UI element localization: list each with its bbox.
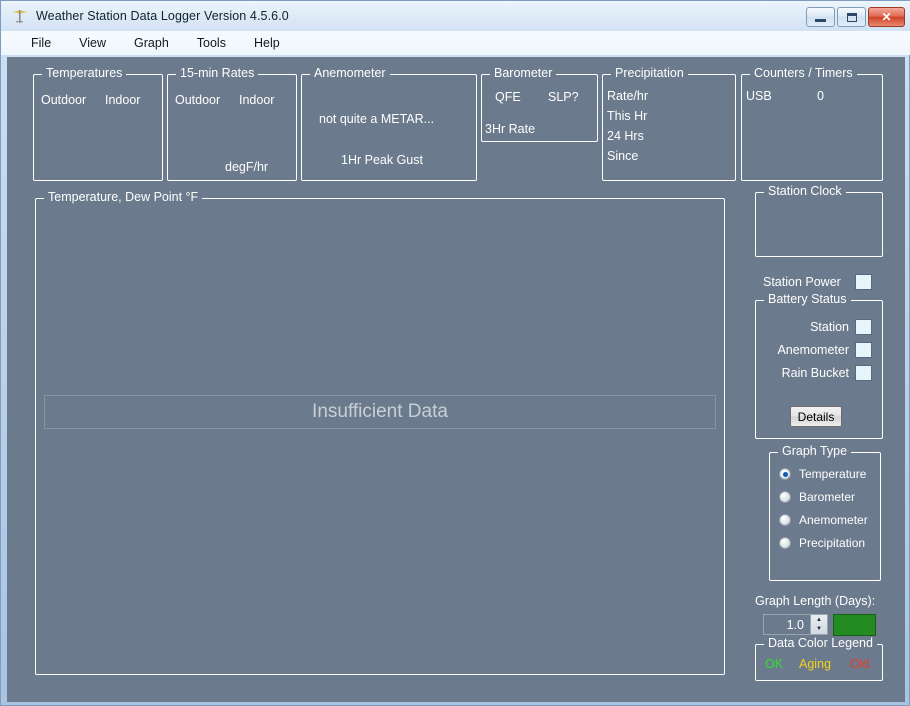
precipitation-title: Precipitation	[611, 66, 688, 80]
anemometer-body: not quite a METAR... 1Hr Peak Gust	[301, 74, 477, 181]
battery-rain-bucket-indicator	[855, 365, 872, 381]
battery-station-label: Station	[810, 320, 849, 334]
title-bar: Weather Station Data Logger Version 4.5.…	[1, 1, 910, 31]
graph-type-option-anemometer[interactable]: Anemometer	[779, 513, 868, 527]
window-title: Weather Station Data Logger Version 4.5.…	[36, 9, 289, 23]
barometer-body: QFE SLP? 3Hr Rate	[481, 74, 598, 142]
counters-usb-value: 0	[817, 89, 824, 103]
precipitation-24hrs-label: 24 Hrs	[607, 129, 644, 143]
barometer-rate-label: 3Hr Rate	[485, 122, 536, 136]
battery-rain-bucket-label: Rain Bucket	[781, 366, 849, 380]
counters-usb-label: USB	[746, 89, 772, 103]
anemometer-group: Anemometer not quite a METAR... 1Hr Peak…	[301, 66, 477, 181]
rates-group: 15-min Rates Outdoor Indoor degF/hr	[167, 66, 297, 181]
graph-type-label-barometer: Barometer	[799, 490, 856, 504]
precipitation-rate-label: Rate/hr	[607, 89, 648, 103]
radio-icon	[779, 514, 791, 526]
menu-item-tools[interactable]: Tools	[183, 34, 240, 52]
battery-anemometer-label: Anemometer	[777, 343, 849, 357]
temperatures-indoor-label: Indoor	[105, 93, 141, 107]
minimize-button[interactable]	[806, 7, 835, 27]
station-power-label: Station Power	[763, 275, 841, 289]
precipitation-body: Rate/hr This Hr 24 Hrs Since	[602, 74, 736, 181]
graph-type-label-anemometer: Anemometer	[799, 513, 868, 527]
battery-station-indicator	[855, 319, 872, 335]
graph-plot-area[interactable]: Insufficient Data	[35, 198, 725, 675]
graph-length-label: Graph Length (Days):	[755, 594, 876, 608]
graph-length-spin-buttons[interactable]: ▲ ▼	[811, 614, 828, 635]
data-color-legend-title: Data Color Legend	[764, 636, 877, 650]
graph-type-label-precipitation: Precipitation	[799, 536, 866, 550]
radio-selected-icon	[779, 468, 791, 480]
rates-body: Outdoor Indoor degF/hr	[167, 74, 297, 181]
radio-icon	[779, 491, 791, 503]
menu-item-view[interactable]: View	[65, 34, 120, 52]
barometer-title: Barometer	[490, 66, 557, 80]
close-button[interactable]: ✕	[868, 7, 905, 27]
graph-length-stepper[interactable]: 1.0 ▲ ▼	[763, 614, 828, 635]
spin-up-icon[interactable]: ▲	[811, 615, 827, 625]
graph-type-body: Temperature Barometer Anemometer Precipi…	[769, 452, 881, 581]
rates-units-label: degF/hr	[225, 160, 269, 174]
battery-details-button[interactable]: Details	[790, 406, 842, 427]
anemometer-gust-label: 1Hr Peak Gust	[341, 153, 423, 167]
temperatures-title: Temperatures	[42, 66, 127, 80]
client-area: Temperatures Outdoor Indoor 15-min Rates…	[7, 57, 905, 702]
menu-item-file[interactable]: File	[17, 34, 65, 52]
barometer-qfe-label: QFE	[495, 90, 521, 104]
graph-length-input[interactable]: 1.0	[763, 614, 811, 635]
graph-type-option-barometer[interactable]: Barometer	[779, 490, 855, 504]
application-window: Weather Station Data Logger Version 4.5.…	[0, 0, 910, 706]
battery-status-body: Station Anemometer Rain Bucket Details	[755, 300, 883, 439]
counters-timers-body: USB 0	[741, 74, 883, 181]
precipitation-thishr-label: This Hr	[607, 109, 648, 123]
radio-icon	[779, 537, 791, 549]
counters-timers-group: Counters / Timers USB 0	[741, 66, 883, 181]
legend-old-label: Old	[850, 657, 870, 671]
window-controls: ✕	[806, 7, 905, 27]
battery-anemometer-indicator	[855, 342, 872, 358]
battery-status-group: Battery Status Station Anemometer Rain B…	[755, 292, 883, 439]
graph-type-group: Graph Type Temperature Barometer Anemome…	[769, 444, 881, 581]
graph-type-option-temperature[interactable]: Temperature	[779, 467, 866, 481]
menu-item-help[interactable]: Help	[240, 34, 294, 52]
data-color-legend-group: Data Color Legend OK Aging Old	[755, 636, 883, 681]
graph-empty-message-box: Insufficient Data	[44, 395, 716, 429]
graph-title: Temperature, Dew Point °F	[44, 190, 203, 204]
graph-empty-message: Insufficient Data	[312, 401, 448, 422]
graph-color-swatch[interactable]	[833, 614, 876, 636]
minimize-icon	[815, 18, 826, 22]
barometer-group: Barometer QFE SLP? 3Hr Rate	[481, 66, 598, 142]
precipitation-since-label: Since	[607, 149, 639, 163]
maximize-icon	[846, 12, 857, 22]
spin-down-icon[interactable]: ▼	[811, 625, 827, 635]
rates-indoor-label: Indoor	[239, 93, 275, 107]
legend-aging-label: Aging	[799, 657, 831, 671]
close-icon: ✕	[881, 10, 892, 24]
graph-type-label-temperature: Temperature	[799, 467, 867, 481]
graph-type-title: Graph Type	[778, 444, 852, 458]
menu-item-graph[interactable]: Graph	[120, 34, 183, 52]
battery-status-title: Battery Status	[764, 292, 851, 306]
menu-bar: File View Graph Tools Help	[1, 31, 910, 55]
barometer-slp-label: SLP?	[548, 90, 579, 104]
graph-group: Temperature, Dew Point °F Insufficient D…	[35, 190, 725, 675]
temperatures-group: Temperatures Outdoor Indoor	[33, 66, 163, 181]
legend-ok-label: OK	[765, 657, 784, 671]
station-clock-group: Station Clock	[755, 184, 883, 257]
anemometer-title: Anemometer	[310, 66, 390, 80]
weather-station-icon	[11, 7, 29, 25]
temperatures-body: Outdoor Indoor	[33, 74, 163, 181]
counters-timers-title: Counters / Timers	[750, 66, 857, 80]
precipitation-group: Precipitation Rate/hr This Hr 24 Hrs Sin…	[602, 66, 736, 181]
station-clock-body	[755, 192, 883, 257]
anemometer-metar-label: not quite a METAR...	[319, 112, 435, 126]
rates-outdoor-label: Outdoor	[175, 93, 221, 107]
temperatures-outdoor-label: Outdoor	[41, 93, 87, 107]
station-clock-title: Station Clock	[764, 184, 846, 198]
rates-title: 15-min Rates	[176, 66, 259, 80]
maximize-button[interactable]	[837, 7, 866, 27]
graph-type-option-precipitation[interactable]: Precipitation	[779, 536, 865, 550]
station-power-indicator	[855, 274, 872, 290]
